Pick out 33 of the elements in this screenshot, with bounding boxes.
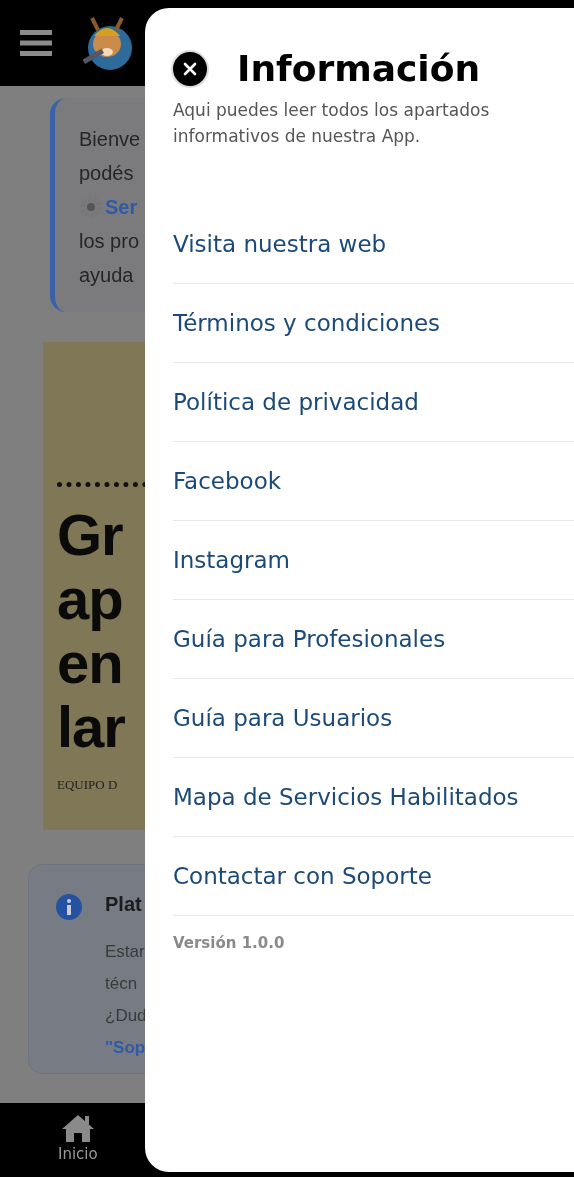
banner-headline: ap [57, 567, 123, 631]
menu-item[interactable]: Mapa de Servicios Habilitados [173, 758, 574, 837]
close-icon [183, 61, 197, 76]
banner-headline: Gr [57, 503, 123, 567]
info-text: "Sop [105, 1037, 145, 1059]
menu-item[interactable]: Guía para Profesionales [173, 600, 574, 679]
menu-item[interactable]: Contactar con Soporte [173, 837, 574, 916]
menu-item[interactable]: Guía para Usuarios [173, 679, 574, 758]
welcome-text: podés [79, 161, 134, 186]
info-text: ¿Dud [105, 1005, 145, 1027]
version-label: Versión 1.0.0 [173, 934, 286, 952]
home-tab[interactable]: Inicio [58, 1103, 98, 1177]
menu-item[interactable]: Visita nuestra web [173, 205, 574, 284]
info-icon [55, 893, 83, 921]
info-text: Estar [105, 941, 145, 963]
banner-headline: en [57, 631, 123, 695]
info-title: Plat [105, 893, 142, 917]
close-button[interactable] [173, 51, 207, 86]
menu-item[interactable]: Términos y condiciones [173, 284, 574, 363]
menu-item[interactable]: Política de privacidad [173, 363, 574, 442]
drawer-title: Información [237, 48, 481, 89]
info-text: técn [105, 973, 138, 995]
welcome-text: ayuda [79, 263, 134, 288]
menu-item[interactable]: Facebook [173, 442, 574, 521]
banner-caption: EQUIPO D [57, 777, 118, 793]
banner-headline: lar [57, 695, 125, 759]
menu-icon[interactable] [20, 30, 52, 56]
welcome-text: Bienve [79, 127, 141, 152]
welcome-text: los pro [79, 229, 140, 254]
drawer-subtitle: Aqui puedes leer todos los apartados informativos de nuestra App. [173, 99, 491, 148]
gear-icon [79, 195, 103, 219]
welcome-text: Ser [79, 190, 138, 224]
menu-item[interactable]: Instagram [173, 521, 574, 600]
